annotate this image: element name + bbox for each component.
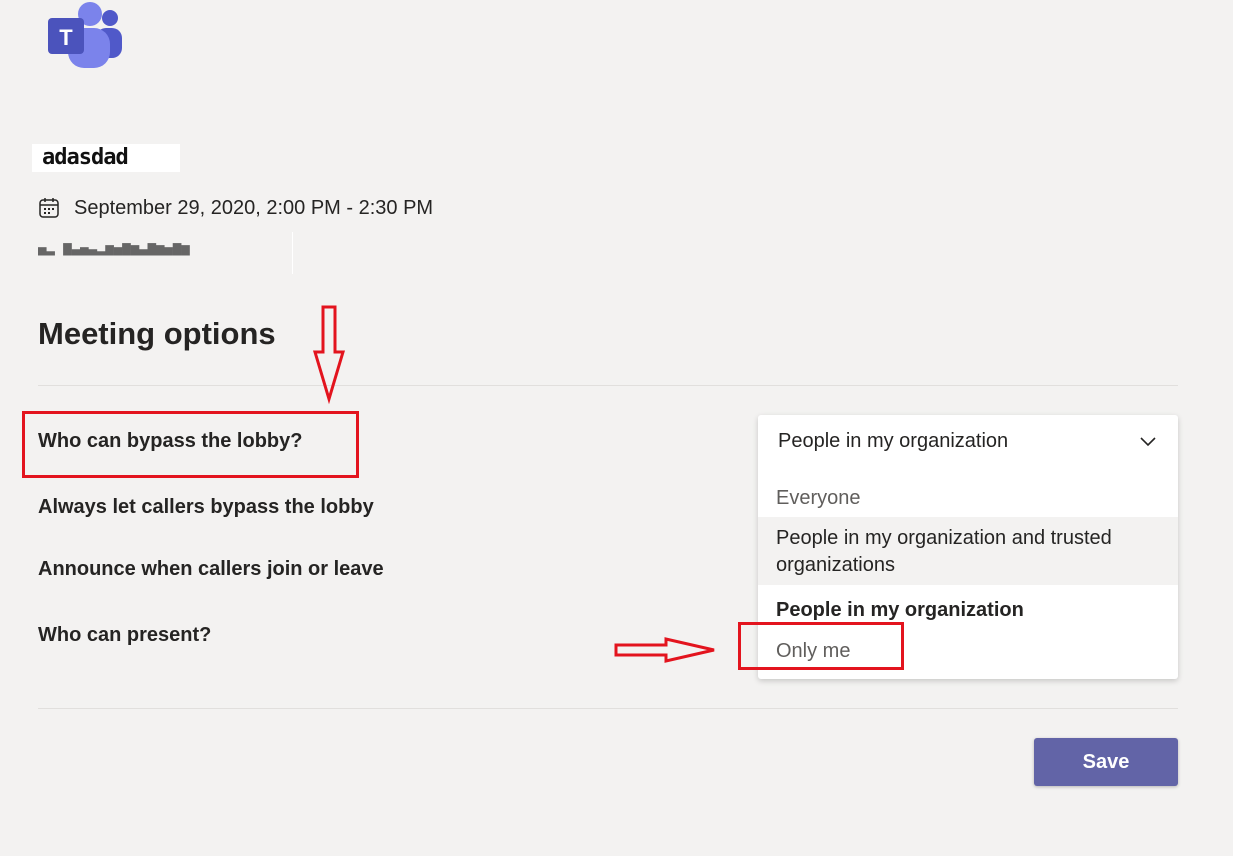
- meeting-datetime-row: September 29, 2020, 2:00 PM - 2:30 PM: [38, 195, 433, 221]
- dropdown-option-org-and-trusted[interactable]: People in my organization and trusted or…: [758, 517, 1178, 585]
- chevron-down-icon[interactable]: [1138, 431, 1158, 451]
- meeting-title: adasdad: [32, 144, 180, 172]
- option-label-who-can-present: Who can present?: [38, 624, 212, 646]
- page-title: Meeting options: [38, 316, 276, 351]
- divider: [292, 232, 293, 274]
- dropdown-toggle[interactable]: People in my organization: [758, 415, 1178, 467]
- annotation-arrow-down-icon: [312, 305, 346, 405]
- calendar-icon: [39, 198, 59, 218]
- option-label-callers-bypass: Always let callers bypass the lobby: [38, 496, 374, 518]
- option-label-announce-callers: Announce when callers join or leave: [38, 558, 384, 580]
- divider: [38, 708, 1178, 709]
- annotation-arrow-right-icon: [614, 637, 715, 663]
- svg-text:T: T: [59, 25, 73, 50]
- meeting-datetime: September 29, 2020, 2:00 PM - 2:30 PM: [74, 196, 434, 219]
- annotation-box-lobby-label: [22, 411, 359, 478]
- annotation-box-only-me: [738, 622, 904, 670]
- dropdown-selected-value: People in my organization: [778, 429, 1009, 452]
- organizer-name-redacted: ▄▂ ▆▃▄▃▂▅▄▆▅▃▆▅▄▆▅: [38, 240, 190, 256]
- teams-logo-icon: T: [48, 2, 122, 68]
- divider: [38, 385, 1178, 386]
- dropdown-option-everyone[interactable]: Everyone: [758, 481, 1178, 515]
- save-button[interactable]: Save: [1034, 738, 1178, 786]
